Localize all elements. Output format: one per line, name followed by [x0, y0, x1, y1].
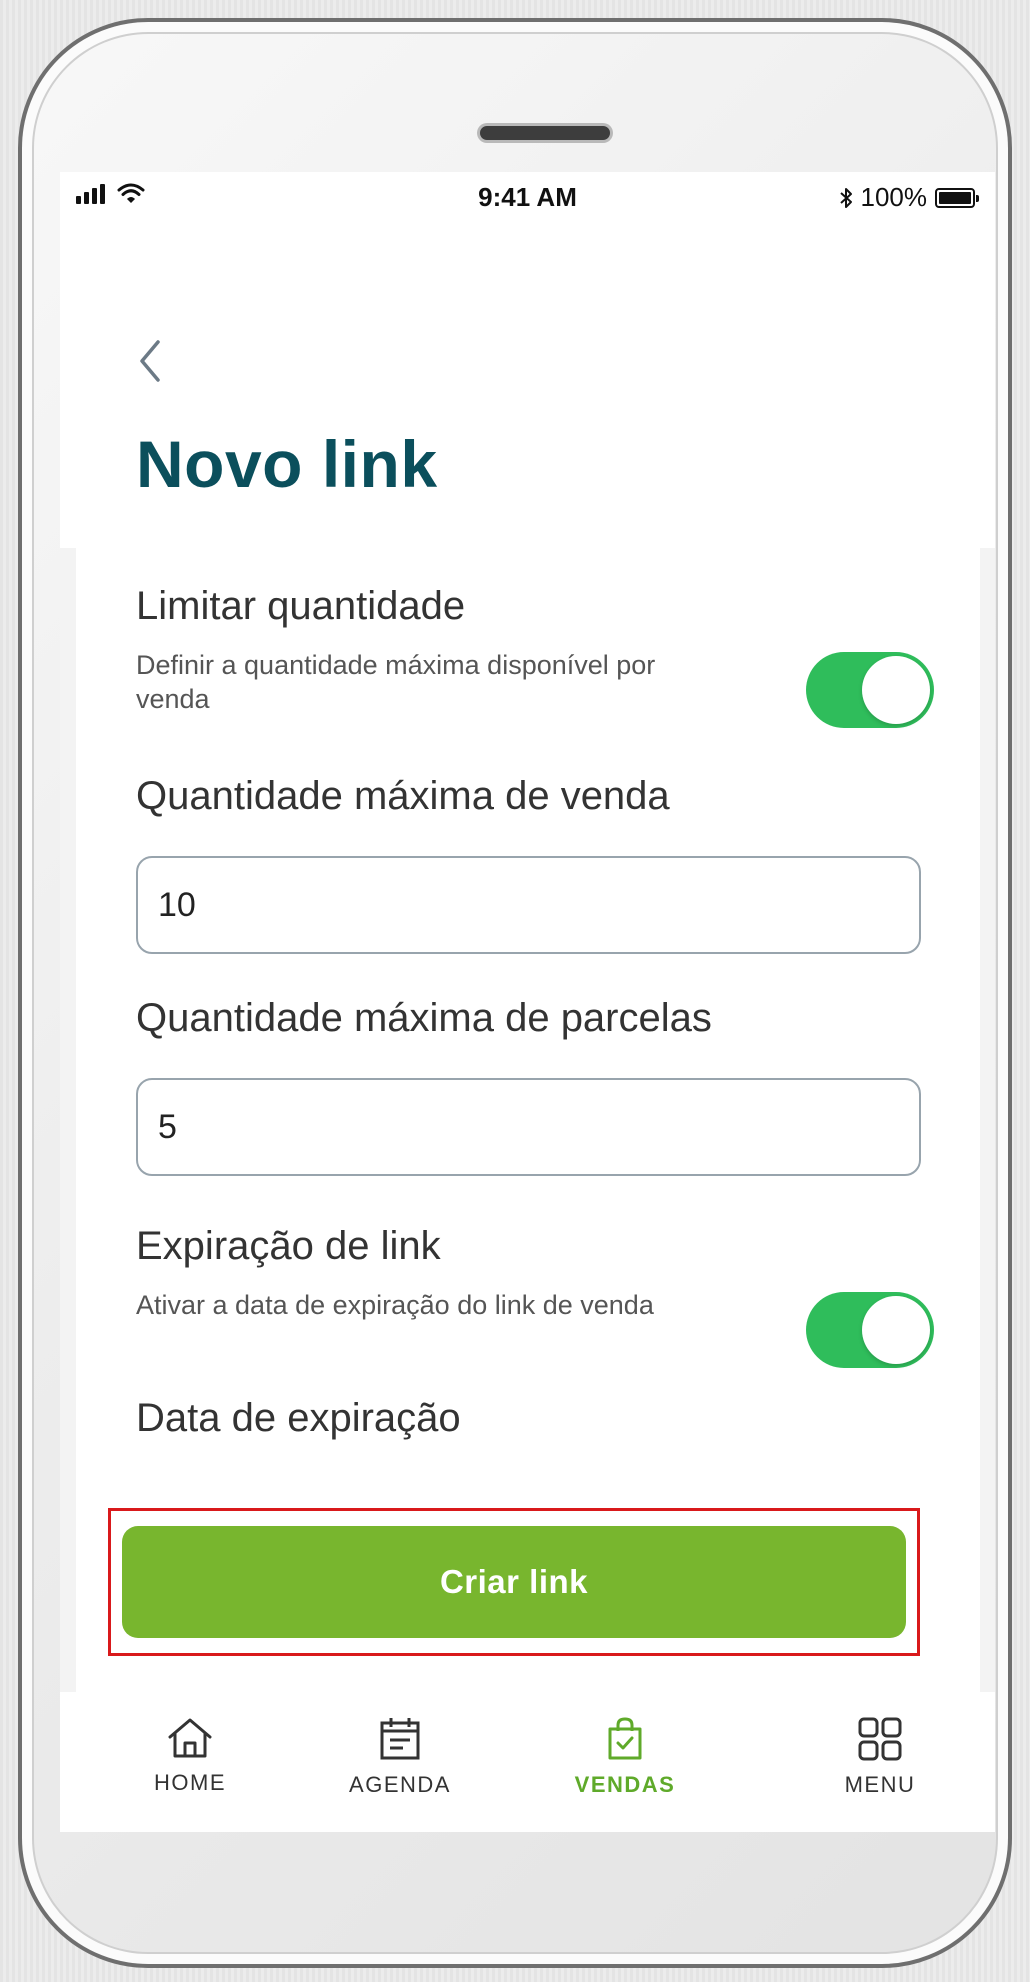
calendar-icon	[380, 1718, 420, 1760]
home-icon	[168, 1718, 212, 1758]
nav-vendas-label: VENDAS	[574, 1772, 676, 1797]
toggle-knob	[862, 1296, 930, 1364]
nav-agenda[interactable]: AGENDA	[310, 1716, 490, 1798]
chevron-left-icon	[140, 340, 160, 382]
nav-home-label: HOME	[154, 1770, 226, 1795]
nav-vendas[interactable]: VENDAS	[535, 1716, 715, 1798]
limit-quantity-description: Definir a quantidade máxima disponível p…	[136, 650, 656, 714]
page-title: Novo link	[136, 427, 438, 501]
nav-menu[interactable]: MENU	[790, 1716, 970, 1798]
max-sale-quantity-input[interactable]	[136, 856, 921, 954]
page-header: Novo link	[60, 226, 995, 548]
grid-icon	[858, 1717, 902, 1761]
max-installments-label: Quantidade máxima de parcelas	[136, 996, 712, 1040]
battery-icon	[935, 187, 979, 208]
expiration-date-label: Data de expiração	[136, 1396, 461, 1440]
link-expiration-title: Expiração de link	[136, 1224, 441, 1268]
shopping-bag-icon	[608, 1717, 642, 1760]
max-sale-quantity-label: Quantidade máxima de venda	[136, 774, 670, 818]
nav-menu-label: MENU	[844, 1772, 916, 1797]
max-installments-input[interactable]	[136, 1078, 921, 1176]
limit-quantity-toggle[interactable]	[806, 652, 934, 728]
highlight-box	[108, 1508, 920, 1656]
battery-percentage: 100%	[860, 182, 928, 212]
limit-quantity-title: Limitar quantidade	[136, 584, 466, 628]
phone-speaker	[480, 126, 610, 140]
battery-area: 100%	[839, 182, 979, 213]
app-screen: 9:41 AM 100% Novo link Limitar quantidad…	[60, 172, 995, 1832]
nav-agenda-label: AGENDA	[349, 1772, 451, 1797]
toggle-knob	[862, 656, 930, 724]
status-bar: 9:41 AM 100%	[60, 172, 995, 226]
bottom-navigation: HOME AGENDA VENDAS MENU	[60, 1692, 995, 1832]
link-expiration-toggle[interactable]	[806, 1292, 934, 1368]
bluetooth-icon	[839, 187, 852, 208]
back-button[interactable]	[134, 336, 164, 386]
link-expiration-description: Ativar a data de expiração do link de ve…	[136, 1290, 654, 1320]
nav-home[interactable]: HOME	[100, 1716, 280, 1796]
